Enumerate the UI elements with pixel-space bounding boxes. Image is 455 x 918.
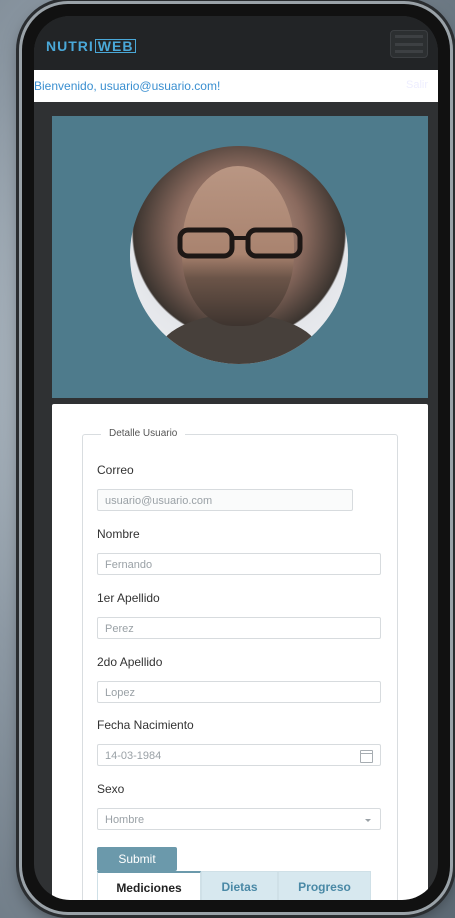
logout-link[interactable]: Salir: [406, 79, 428, 91]
tab-mediciones[interactable]: Mediciones: [97, 871, 201, 900]
phone-frame: NUTRI WEB Bienvenido, usuario@usuario.com…: [22, 4, 450, 912]
top-navbar: NUTRI WEB: [34, 16, 438, 70]
correo-label: Correo: [97, 463, 134, 477]
profile-header: [52, 116, 428, 398]
avatar: [130, 146, 348, 364]
welcome-message: Bienvenido, usuario@usuario.com!: [34, 79, 221, 93]
user-detail-card: Detalle Usuario Correo usuario@usuario.c…: [52, 404, 428, 900]
sexo-label: Sexo: [97, 782, 125, 796]
hamburger-icon[interactable]: [390, 30, 428, 58]
apellido1-field[interactable]: Perez: [97, 617, 381, 639]
apellido1-label: 1er Apellido: [97, 591, 160, 605]
logo-text-nutri: NUTRI: [46, 38, 94, 54]
app-logo[interactable]: NUTRI WEB: [46, 38, 137, 54]
glasses-icon: [177, 227, 303, 259]
user-detail-fieldset: Detalle Usuario Correo usuario@usuario.c…: [82, 428, 398, 900]
sexo-select[interactable]: Hombre: [97, 808, 381, 830]
hamburger-bar: [395, 42, 423, 46]
apellido2-label: 2do Apellido: [97, 655, 163, 669]
welcome-bar: Bienvenido, usuario@usuario.com! Salir: [34, 70, 438, 102]
app-screen: NUTRI WEB Bienvenido, usuario@usuario.com…: [34, 16, 438, 900]
nombre-field[interactable]: Fernando: [97, 553, 381, 575]
sexo-value: Hombre: [105, 814, 145, 826]
submit-button[interactable]: Submit: [97, 847, 177, 871]
fecha-value: 14-03-1984: [105, 750, 162, 762]
tab-bar: Mediciones Dietas Progreso: [97, 871, 371, 900]
nombre-label: Nombre: [97, 527, 140, 541]
tab-progreso[interactable]: Progreso: [278, 871, 371, 900]
fecha-nacimiento-field[interactable]: 14-03-1984: [97, 744, 381, 766]
tab-dietas[interactable]: Dietas: [201, 871, 278, 900]
fecha-label: Fecha Nacimiento: [97, 718, 194, 732]
hamburger-bar: [395, 49, 423, 53]
fieldset-legend: Detalle Usuario: [101, 428, 186, 439]
apellido2-field[interactable]: Lopez: [97, 681, 381, 703]
logo-text-web: WEB: [94, 39, 137, 53]
chevron-down-icon: [365, 819, 371, 822]
calendar-icon[interactable]: [360, 750, 373, 763]
correo-field[interactable]: usuario@usuario.com: [97, 489, 353, 511]
hamburger-bar: [395, 35, 423, 39]
